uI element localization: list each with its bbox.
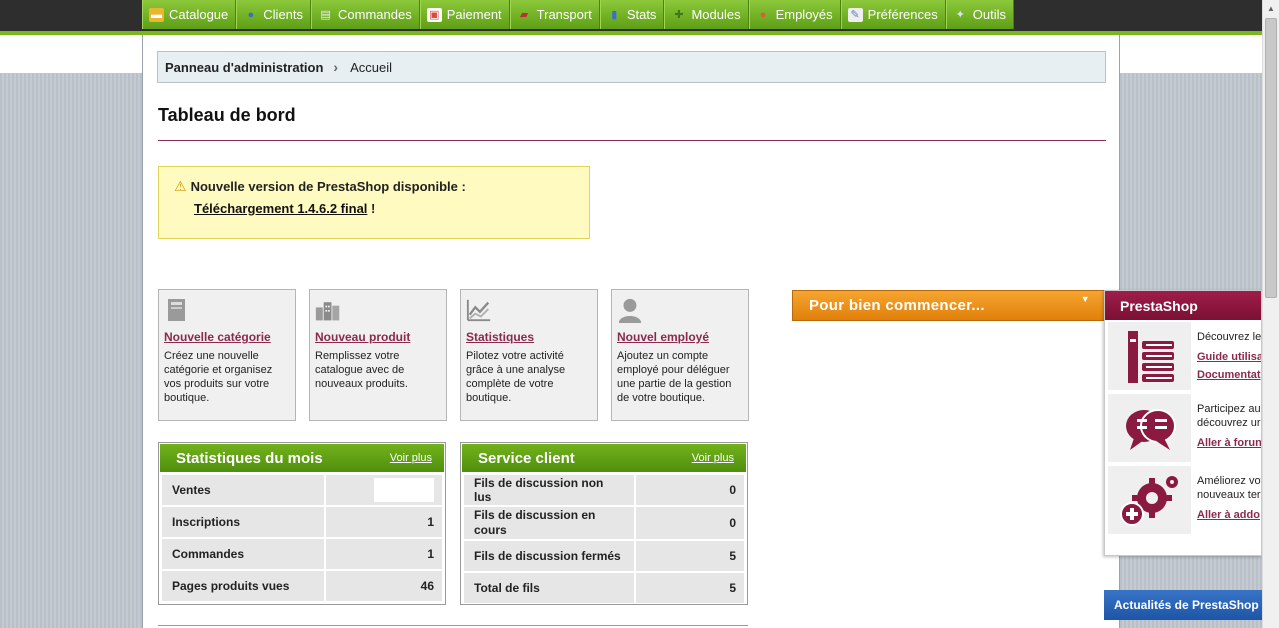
section-divider xyxy=(158,625,748,626)
forum-link[interactable]: Aller à forun xyxy=(1197,436,1261,450)
quick-title[interactable]: Nouveau produit xyxy=(315,330,441,344)
prestashop-panel-title: PrestaShop xyxy=(1105,291,1261,320)
caret-down-icon: ▼ xyxy=(1080,294,1090,304)
addons-gears-icon xyxy=(1108,466,1191,534)
title-divider xyxy=(158,140,1106,141)
quick-desc: Remplissez votre catalogue avec de nouve… xyxy=(315,350,408,390)
download-link[interactable]: Téléchargement 1.4.6.2 final xyxy=(194,201,367,216)
user-icon: ● xyxy=(247,8,255,21)
scroll-up-icon[interactable]: ▲ xyxy=(1263,0,1279,17)
puzzle-icon: ✚ xyxy=(674,9,684,21)
page-scrollbar[interactable]: ▲ xyxy=(1262,0,1279,628)
nav-stats[interactable]: ▮ Stats xyxy=(599,0,665,29)
customer-service-header: Service client Voir plus xyxy=(461,443,747,473)
bar-chart-icon: ▮ xyxy=(611,9,618,21)
page-title: Tableau de bord xyxy=(158,105,296,125)
product-icon xyxy=(315,296,341,324)
quick-statistics[interactable]: Statistiques Pilotez votre activité grâc… xyxy=(460,289,598,421)
table-row: Commandes 1 xyxy=(162,539,442,569)
list-item: Découvrez le Guide utilisa Documentat xyxy=(1105,320,1261,392)
main-nav: ▬ Catalogue ● Clients ▤ Commandes ▣ Paiement… xyxy=(142,0,1014,31)
nav-commandes[interactable]: ▤ Commandes xyxy=(311,0,420,29)
left-background xyxy=(0,35,142,628)
payment-icon: ▣ xyxy=(426,7,442,22)
nav-preferences[interactable]: ✎ Préférences xyxy=(840,0,946,29)
sales-value-box xyxy=(374,478,434,502)
alert-text: Nouvelle version de PrestaShop disponibl… xyxy=(190,179,466,194)
customer-service-title: Service client xyxy=(478,449,575,467)
table-row: Pages produits vues 46 xyxy=(162,571,442,601)
quick-title[interactable]: Nouvel employé xyxy=(617,330,743,344)
quick-desc: Créez une nouvelle catégorie et organise… xyxy=(164,350,273,404)
folder-icon: ▬ xyxy=(149,7,164,22)
quick-desc: Ajoutez un compte employé pour déléguer … xyxy=(617,350,732,404)
quick-new-product[interactable]: Nouveau produit Remplissez votre catalog… xyxy=(309,289,447,421)
quick-title[interactable]: Statistiques xyxy=(466,330,592,344)
quick-new-category[interactable]: Nouvelle catégorie Créez une nouvelle ca… xyxy=(158,289,296,421)
nav-outils[interactable]: ✦ Outils xyxy=(945,0,1014,29)
documentation-link[interactable]: Documentat xyxy=(1197,368,1261,382)
scrollbar-thumb[interactable] xyxy=(1265,18,1277,298)
category-icon xyxy=(164,296,190,324)
nav-catalogue[interactable]: ▬ Catalogue xyxy=(142,0,237,29)
main-content: Panneau d'administration › Accueil Table… xyxy=(142,35,1120,628)
update-alert: ⚠ Nouvelle version de PrestaShop disponib… xyxy=(158,166,590,239)
chat-bubbles-icon xyxy=(1108,394,1191,462)
quick-desc: Pilotez votre activité grâce à une analy… xyxy=(466,350,566,404)
stats-month-more-link[interactable]: Voir plus xyxy=(390,452,432,464)
list-item: Participez au découvrez ur Aller à forun xyxy=(1105,392,1261,464)
table-row: Fils de discussion fermés 5 xyxy=(464,541,744,571)
quick-new-employee[interactable]: Nouvel employé Ajoutez un compte employé… xyxy=(611,289,749,421)
stats-month-header: Statistiques du mois Voir plus xyxy=(159,443,445,473)
employee-silhouette-icon xyxy=(617,296,643,324)
getting-started-label: Pour bien commencer... xyxy=(809,297,985,314)
chevron-right-icon: › xyxy=(333,59,339,75)
getting-started-toggle[interactable]: Pour bien commencer... ▼ xyxy=(792,290,1105,321)
wrench-icon: ✦ xyxy=(955,9,965,21)
warning-icon: ⚠ xyxy=(174,178,187,194)
stats-icon xyxy=(466,296,492,324)
table-row: Fils de discussion non lus 0 xyxy=(464,475,744,505)
table-row: Inscriptions 1 xyxy=(162,507,442,537)
list-item: Améliorez vot nouveaux ter Aller à addo xyxy=(1105,464,1261,536)
user-guide-link[interactable]: Guide utilisa xyxy=(1197,350,1261,364)
employee-icon: ● xyxy=(759,8,767,21)
nav-clients[interactable]: ● Clients xyxy=(236,0,312,29)
nav-employes[interactable]: ● Employés xyxy=(748,0,841,29)
quick-title[interactable]: Nouvelle catégorie xyxy=(164,330,290,344)
nav-transport[interactable]: ▰ Transport xyxy=(509,0,600,29)
books-icon xyxy=(1108,322,1191,390)
customer-service-table: Service client Voir plus Fils de discuss… xyxy=(460,442,748,605)
prestashop-news-header[interactable]: Actualités de PrestaShop xyxy=(1104,590,1262,620)
alert-suffix: ! xyxy=(371,201,376,216)
breadcrumb-current: Accueil xyxy=(350,59,392,75)
nav-paiement[interactable]: ▣ Paiement xyxy=(419,0,510,29)
preferences-icon: ✎ xyxy=(847,7,863,22)
table-row: Fils de discussion en cours 0 xyxy=(464,507,744,539)
truck-icon: ▰ xyxy=(519,9,529,21)
prestashop-panel: PrestaShop Découvrez le Guide utilisa Do… xyxy=(1104,290,1262,556)
stats-month-table: Statistiques du mois Voir plus Ventes In… xyxy=(158,442,446,605)
breadcrumb: Panneau d'administration › Accueil xyxy=(157,51,1106,83)
addons-link[interactable]: Aller à addo xyxy=(1197,508,1261,522)
cart-icon: ▤ xyxy=(320,9,331,21)
nav-modules[interactable]: ✚ Modules xyxy=(664,0,749,29)
stats-month-title: Statistiques du mois xyxy=(176,449,323,467)
customer-service-more-link[interactable]: Voir plus xyxy=(692,452,734,464)
breadcrumb-root[interactable]: Panneau d'administration xyxy=(165,60,323,75)
table-row: Ventes xyxy=(162,475,442,505)
table-row: Total de fils 5 xyxy=(464,573,744,603)
